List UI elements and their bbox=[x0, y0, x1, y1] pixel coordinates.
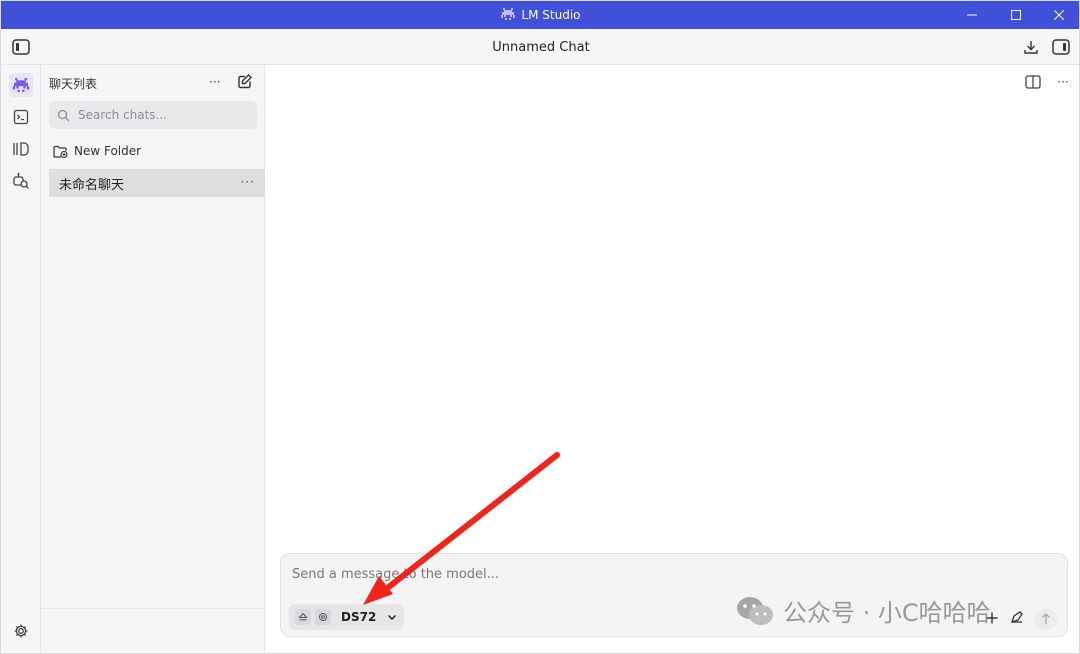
chat-list-more-button[interactable]: ··· bbox=[209, 75, 220, 89]
app-title: LM Studio bbox=[521, 8, 581, 22]
split-view-button[interactable] bbox=[1021, 70, 1045, 94]
message-input-placeholder[interactable]: Send a message to the model... bbox=[292, 567, 499, 582]
new-chat-button[interactable] bbox=[237, 73, 253, 92]
toggle-right-panel-button[interactable] bbox=[1049, 35, 1073, 59]
new-folder-button[interactable]: New Folder bbox=[53, 141, 141, 161]
search-robot-icon bbox=[13, 172, 29, 189]
watermark-text: 公众号 · 小C哈哈哈 bbox=[783, 599, 991, 627]
main-more-button[interactable]: ··· bbox=[1051, 70, 1075, 94]
nav-rail bbox=[1, 65, 41, 653]
chat-main-area: ··· Send a message to the model... DS72 bbox=[265, 65, 1079, 653]
rail-chat-button[interactable] bbox=[9, 73, 33, 97]
model-name: DS72 bbox=[341, 610, 377, 624]
rail-settings-button[interactable] bbox=[9, 619, 33, 643]
insert-button[interactable] bbox=[1009, 609, 1025, 629]
edit-icon bbox=[238, 74, 252, 89]
chat-title: Unnamed Chat bbox=[492, 39, 590, 55]
wechat-icon bbox=[737, 596, 773, 625]
minimize-icon bbox=[967, 14, 977, 16]
download-button[interactable] bbox=[1019, 35, 1043, 59]
search-chats-placeholder: Search chats... bbox=[78, 108, 167, 122]
chat-list-sidebar: 聊天列表 ··· Search chats... New Folder 未命名聊… bbox=[41, 65, 265, 653]
edit-arrow-icon bbox=[1010, 611, 1023, 624]
watermark: 公众号 · 小C哈哈哈 bbox=[735, 593, 991, 628]
chat-mascot-icon bbox=[12, 78, 30, 92]
chat-list-item[interactable]: 未命名聊天 ··· bbox=[49, 169, 265, 197]
right-panel-icon bbox=[1052, 39, 1070, 55]
eject-icon bbox=[298, 612, 308, 621]
chat-item-more-button[interactable]: ··· bbox=[241, 175, 255, 189]
chevron-down-icon bbox=[388, 614, 397, 621]
eject-model-button[interactable] bbox=[295, 609, 311, 625]
lm-studio-logo-icon bbox=[501, 7, 516, 23]
split-view-icon bbox=[1025, 75, 1041, 89]
settings-small-icon bbox=[319, 613, 327, 621]
download-icon bbox=[1024, 41, 1038, 54]
title-bar-center: LM Studio bbox=[1, 1, 1079, 29]
folder-plus-icon bbox=[53, 145, 68, 158]
send-button[interactable] bbox=[1035, 608, 1057, 630]
sidebar-divider bbox=[41, 608, 265, 609]
title-bar: LM Studio bbox=[1, 1, 1079, 29]
search-chats-field[interactable]: Search chats... bbox=[49, 101, 257, 129]
rail-discover-button[interactable] bbox=[9, 169, 33, 193]
rail-models-button[interactable] bbox=[9, 137, 33, 161]
model-selector[interactable]: DS72 bbox=[289, 604, 405, 630]
close-window-button[interactable] bbox=[1038, 1, 1079, 29]
send-arrow-icon bbox=[1042, 613, 1050, 624]
close-icon bbox=[1054, 10, 1064, 20]
terminal-icon bbox=[13, 109, 29, 125]
chat-toolbar: Unnamed Chat bbox=[1, 29, 1079, 65]
new-folder-label: New Folder bbox=[74, 144, 142, 158]
minimize-button[interactable] bbox=[951, 1, 993, 29]
composer-actions bbox=[985, 608, 1057, 630]
gear-icon bbox=[14, 624, 28, 638]
app-window: LM Studio Unnamed Chat 聊天列表 ··· Search c… bbox=[0, 0, 1080, 654]
rail-developer-button[interactable] bbox=[9, 105, 33, 129]
maximize-icon bbox=[1011, 10, 1021, 20]
models-folder-icon bbox=[13, 142, 29, 156]
chat-list-title: 聊天列表 bbox=[49, 77, 98, 91]
maximize-button[interactable] bbox=[995, 1, 1037, 29]
model-settings-button[interactable] bbox=[315, 609, 331, 625]
chat-list-header: 聊天列表 ··· bbox=[49, 73, 257, 93]
chat-item-title: 未命名聊天 bbox=[59, 177, 125, 193]
search-icon bbox=[57, 109, 70, 121]
